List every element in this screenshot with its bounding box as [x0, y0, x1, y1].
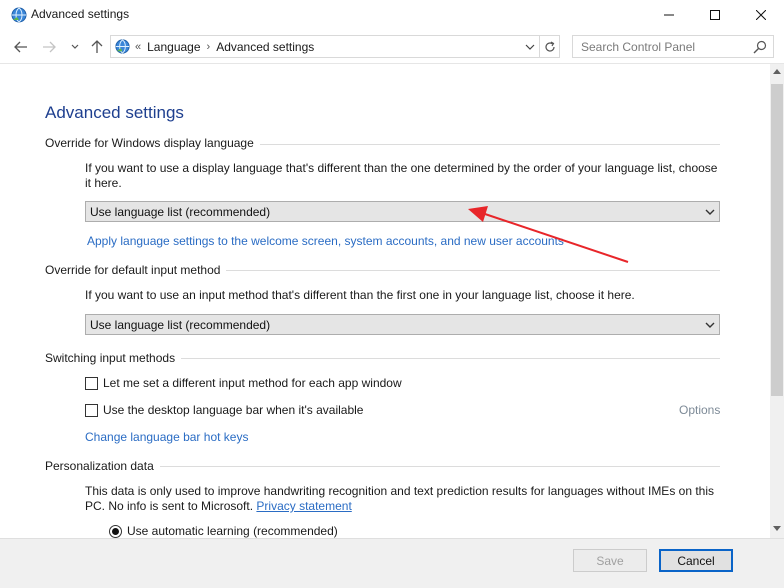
minimize-button[interactable]: [646, 0, 692, 30]
cancel-button[interactable]: Cancel: [659, 549, 733, 572]
chevron-down-icon: [71, 44, 79, 49]
close-button[interactable]: [738, 0, 784, 30]
breadcrumb: « Language › Advanced settings: [135, 40, 314, 54]
breadcrumb-advanced-settings[interactable]: Advanced settings: [216, 40, 314, 54]
input-method-description: If you want to use an input method that'…: [85, 288, 635, 302]
arrow-up-icon: [91, 40, 103, 53]
personalization-description: This data is only used to improve handwr…: [85, 484, 725, 514]
desktop-language-bar-option[interactable]: Use the desktop language bar when it's a…: [85, 403, 363, 417]
section-title-switching: Switching input methods: [45, 351, 182, 365]
title-bar: Advanced settings: [0, 0, 784, 30]
breadcrumb-language[interactable]: Language: [147, 40, 200, 54]
display-language-selected-value: Use language list (recommended): [90, 205, 271, 219]
back-button[interactable]: [12, 38, 30, 56]
display-language-description: If you want to use a display language th…: [85, 161, 718, 190]
page-title: Advanced settings: [45, 103, 184, 122]
apply-language-settings-link[interactable]: Apply language settings to the welcome s…: [87, 234, 564, 248]
refresh-icon: [544, 40, 555, 52]
scroll-down-icon[interactable]: [773, 526, 781, 532]
personalization-description-text: This data is only used to improve handwr…: [85, 484, 715, 513]
per-app-input-method-label: Let me set a different input method for …: [103, 376, 402, 390]
dialog-footer: Save Cancel: [0, 538, 784, 588]
automatic-learning-label: Use automatic learning (recommended): [127, 524, 338, 538]
search-box[interactable]: [572, 35, 774, 58]
section-title-personalization: Personalization data: [45, 459, 160, 473]
chevron-down-icon: [525, 44, 535, 50]
chevron-right-icon[interactable]: ›: [207, 41, 211, 53]
address-bar[interactable]: « Language › Advanced settings: [110, 35, 540, 58]
display-language-select[interactable]: Use language list (recommended): [85, 201, 720, 222]
arrow-right-icon: [43, 41, 56, 53]
navigation-bar: « Language › Advanced settings: [0, 30, 784, 64]
breadcrumb-overflow[interactable]: «: [135, 41, 141, 53]
search-icon[interactable]: [753, 40, 767, 54]
per-app-input-method-option[interactable]: Let me set a different input method for …: [85, 376, 402, 390]
scrollbar-thumb[interactable]: [771, 84, 783, 396]
arrow-left-icon: [14, 41, 27, 53]
maximize-button[interactable]: [692, 0, 738, 30]
change-hot-keys-link[interactable]: Change language bar hot keys: [85, 430, 248, 444]
input-method-select[interactable]: Use language list (recommended): [85, 314, 720, 335]
minimize-icon: [664, 14, 674, 16]
control-panel-globe-icon: [11, 7, 27, 23]
refresh-button[interactable]: [540, 35, 560, 58]
automatic-learning-option[interactable]: Use automatic learning (recommended): [109, 524, 338, 538]
chevron-down-icon: [705, 209, 715, 215]
main-content: Advanced settings Override for Windows d…: [0, 64, 770, 538]
section-title-input-method: Override for default input method: [45, 263, 227, 277]
maximize-icon: [710, 10, 720, 20]
up-button[interactable]: [88, 38, 106, 56]
language-bar-options-link[interactable]: Options: [679, 403, 720, 417]
search-input[interactable]: [573, 36, 743, 57]
desktop-language-bar-label: Use the desktop language bar when it's a…: [103, 403, 364, 417]
forward-button[interactable]: [40, 38, 58, 56]
privacy-statement-link[interactable]: Privacy statement: [256, 499, 351, 513]
desktop-language-bar-checkbox[interactable]: [85, 403, 98, 417]
close-icon: [756, 10, 766, 20]
recent-locations-button[interactable]: [66, 38, 84, 56]
per-app-input-method-checkbox[interactable]: [85, 376, 98, 390]
vertical-scrollbar[interactable]: [770, 64, 784, 538]
input-method-selected-value: Use language list (recommended): [90, 318, 271, 332]
chevron-down-icon: [705, 322, 715, 328]
section-title-display-language: Override for Windows display language: [45, 136, 260, 150]
control-panel-icon: [115, 39, 130, 54]
address-dropdown-button[interactable]: [523, 40, 537, 54]
automatic-learning-radio[interactable]: [109, 524, 122, 538]
save-button[interactable]: Save: [573, 549, 647, 572]
scroll-up-icon[interactable]: [773, 68, 781, 74]
window-title: Advanced settings: [31, 7, 130, 21]
